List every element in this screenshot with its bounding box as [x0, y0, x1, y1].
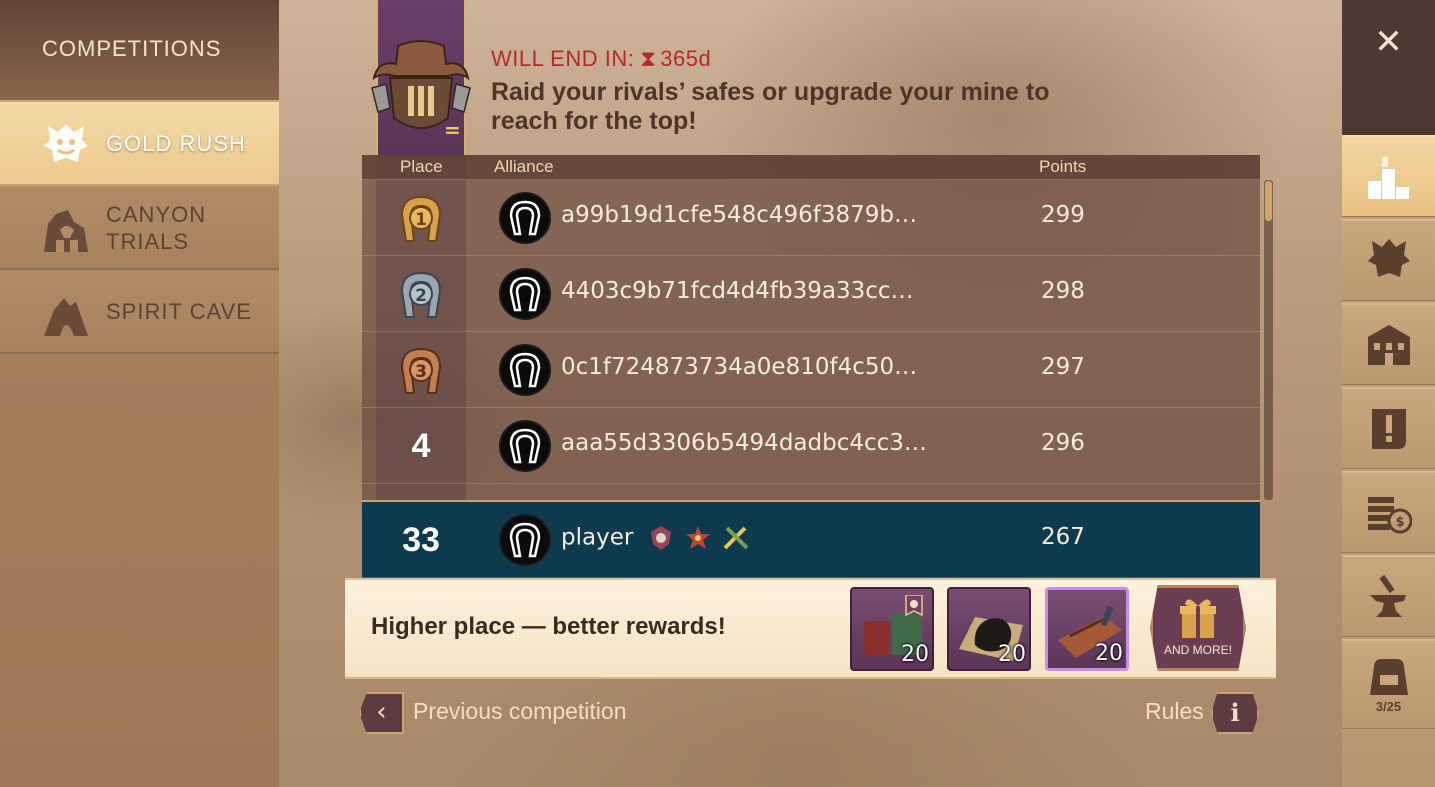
info-icon: i	[1230, 698, 1240, 727]
table-row[interactable]: 3 0c1f724873734a0e810f4c50… 297	[362, 332, 1260, 408]
avatar	[499, 344, 551, 396]
rules-button[interactable]: i	[1211, 692, 1259, 734]
place-cell: 3	[376, 332, 466, 408]
sidebar-item-gold-rush[interactable]: GOLD RUSH	[0, 102, 279, 186]
silver-horseshoe-rank-icon: 2	[400, 271, 442, 318]
rewards-message: Higher place — better rewards!	[371, 613, 726, 640]
player-name-cell: player	[561, 524, 753, 552]
sidebar-item-canyon-trials[interactable]: CANYON TRIALS	[0, 186, 279, 270]
leaderboard-table: Place Alliance Points 1 a99b19d1cfe548c4…	[362, 155, 1260, 580]
player-row[interactable]: 33 player 267	[362, 500, 1260, 578]
coins-icon: $	[1368, 497, 1412, 534]
alliance-name: 0c1f724873734a0e810f4c50…	[561, 354, 918, 380]
rank-change-indicator: =	[444, 118, 461, 142]
nav-town-hall[interactable]	[1342, 303, 1435, 385]
column-header-points: Points	[1039, 157, 1087, 176]
close-button[interactable]: ✕	[1342, 0, 1435, 135]
alliance-crest-icon	[1368, 239, 1410, 277]
avatar	[499, 268, 551, 320]
place-number: 33	[402, 521, 440, 559]
player-name: player	[561, 524, 634, 551]
reward-quantity: 20	[998, 642, 1026, 667]
star-badge-icon	[685, 526, 710, 549]
place-cell: 2	[376, 256, 466, 332]
nav-inventory[interactable]: 3/25	[1342, 639, 1435, 729]
end-timer-value: 365d	[660, 46, 712, 71]
more-rewards-label: AND MORE!	[1163, 643, 1232, 657]
place-cell: 1	[376, 180, 466, 256]
bronze-horseshoe-rank-icon: 3	[400, 347, 442, 394]
table-row[interactable]: 1 a99b19d1cfe548c496f3879b… 299	[362, 180, 1260, 256]
previous-competition-button[interactable]: ‹	[359, 692, 404, 734]
quest-scroll-icon	[1372, 409, 1406, 449]
podium-icon	[1368, 157, 1409, 199]
nav-leaderboard[interactable]	[1342, 135, 1435, 217]
avatar	[499, 420, 551, 472]
alliance-name: a99b19d1cfe548c496f3879b…	[561, 202, 918, 228]
leaderboard-scrollbar[interactable]	[1264, 180, 1273, 500]
table-row[interactable]: 4 aaa55d3306b5494dadbc4cc3… 296	[362, 408, 1260, 484]
anvil-icon	[1370, 574, 1406, 617]
reward-item[interactable]: 20	[947, 587, 1031, 671]
table-row[interactable]: 2 4403c9b71fcd4d4fb39a33cc… 298	[362, 256, 1260, 332]
hourglass-icon: ⧗	[640, 46, 657, 71]
reward-item[interactable]: 20	[850, 587, 934, 671]
sidebar-title: COMPETITIONS	[42, 36, 222, 61]
chevron-left-icon: ‹	[376, 697, 387, 727]
horseshoe-emblem-icon	[509, 522, 541, 558]
column-header-alliance: Alliance	[494, 157, 554, 176]
sidebar-item-spirit-cave[interactable]: SPIRIT CAVE	[0, 270, 279, 354]
sidebar-item-label: GOLD RUSH	[106, 131, 246, 156]
sidebar-item-label: CANYON TRIALS	[106, 202, 207, 254]
svg-text:$: $	[1395, 515, 1404, 530]
reward-quantity: 20	[901, 642, 929, 667]
inventory-count: 3/25	[1375, 699, 1402, 714]
spirit-cave-icon	[44, 298, 88, 336]
building-icon	[1368, 325, 1410, 365]
gold-horseshoe-rank-icon: 1	[400, 195, 442, 242]
gold-rush-icon	[44, 124, 88, 162]
reward-item[interactable]: 20	[1045, 587, 1129, 671]
rank-number: 3	[415, 362, 427, 382]
place-number: 4	[411, 427, 431, 465]
nav-bank[interactable]: $	[1342, 471, 1435, 553]
crest-badge-icon	[650, 526, 671, 550]
reward-quantity: 20	[1095, 641, 1123, 666]
rules-label[interactable]: Rules	[1145, 698, 1204, 725]
crossed-tools-badge-icon	[723, 526, 749, 550]
sidebar-header: COMPETITIONS	[0, 0, 279, 102]
alliance-name: aaa55d3306b5494dadbc4cc3…	[561, 430, 927, 456]
avatar	[499, 514, 551, 566]
horseshoe-emblem-icon	[509, 276, 541, 312]
nav-alliance[interactable]	[1342, 219, 1435, 301]
player-badges	[647, 524, 754, 552]
canyon-trials-icon	[44, 210, 88, 252]
competition-description: Raid your rivals’ safes or upgrade your …	[491, 78, 1050, 135]
nav-crafting[interactable]	[1342, 555, 1435, 637]
points-value: 299	[1041, 202, 1085, 228]
points-value: 296	[1041, 430, 1085, 456]
horseshoe-emblem-icon	[509, 428, 541, 464]
points-value: 297	[1041, 354, 1085, 380]
previous-competition-label[interactable]: Previous competition	[413, 698, 627, 725]
points-value: 267	[1041, 524, 1085, 550]
column-header-place: Place	[400, 157, 443, 176]
table-header: Place Alliance Points	[362, 155, 1260, 180]
horseshoe-emblem-icon	[509, 352, 541, 388]
close-icon: ✕	[1374, 22, 1403, 62]
rank-number: 1	[415, 210, 427, 230]
rank-number: 2	[415, 286, 427, 306]
horseshoe-emblem-icon	[509, 200, 541, 236]
sidebar-item-label: SPIRIT CAVE	[106, 299, 252, 324]
scrollbar-thumb[interactable]	[1265, 181, 1272, 221]
backpack-icon	[1370, 659, 1408, 695]
end-timer-label: WILL END IN:	[491, 46, 635, 71]
points-value: 298	[1041, 278, 1085, 304]
alliance-name: 4403c9b71fcd4d4fb39a33cc…	[561, 278, 914, 304]
nav-quests[interactable]	[1342, 387, 1435, 469]
avatar	[499, 192, 551, 244]
end-timer: WILL END IN: ⧗ 365d	[491, 46, 711, 72]
more-rewards-button[interactable]	[1150, 585, 1246, 671]
